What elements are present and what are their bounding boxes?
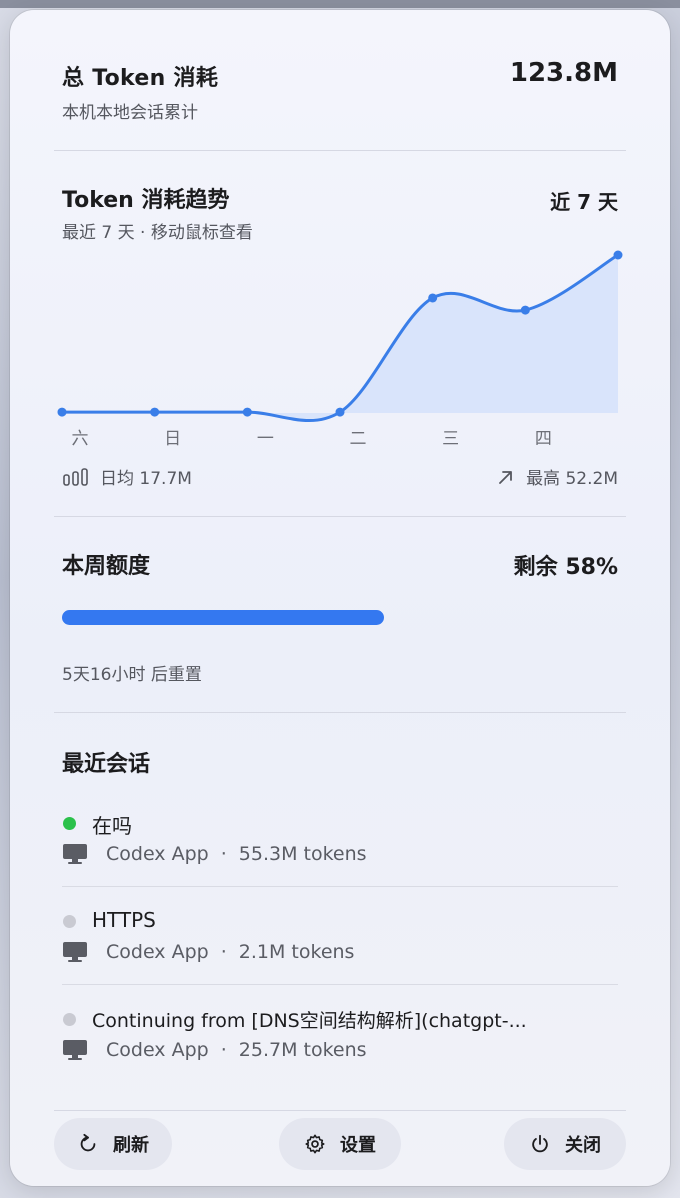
close-label: 关闭 bbox=[565, 1135, 601, 1156]
divider bbox=[62, 984, 618, 985]
daily-average-label: 日均 17.7M bbox=[100, 469, 192, 489]
trend-point[interactable] bbox=[613, 250, 623, 260]
refresh-label: 刷新 bbox=[113, 1135, 149, 1156]
trend-area-fill bbox=[62, 255, 618, 421]
session-tokens: 55.3M tokens bbox=[238, 843, 367, 865]
desktop-background bbox=[0, 0, 680, 8]
monitor-icon bbox=[63, 942, 87, 962]
monitor-icon bbox=[63, 844, 87, 864]
session-meta: Codex App · 55.3M tokens bbox=[62, 843, 367, 865]
trend-point[interactable] bbox=[57, 407, 67, 417]
divider bbox=[62, 886, 618, 887]
status-dot bbox=[63, 915, 76, 928]
monitor-icon bbox=[63, 1040, 87, 1060]
x-tick-label: 日 bbox=[164, 429, 182, 449]
session-tokens: 25.7M tokens bbox=[238, 1039, 367, 1061]
session-source: Codex App bbox=[106, 843, 209, 865]
bar-chart-icon bbox=[63, 467, 88, 486]
quota-remaining: 剩余 58% bbox=[513, 555, 618, 580]
session-meta: Codex App · 25.7M tokens bbox=[62, 1039, 367, 1061]
max-label: 最高 52.2M bbox=[526, 469, 618, 489]
session-item[interactable]: 在吗 Codex App · 55.3M tokens bbox=[10, 800, 670, 890]
meta-separator: · bbox=[220, 941, 227, 963]
x-tick-label: 一 bbox=[256, 429, 274, 449]
session-title: HTTPS bbox=[92, 908, 156, 932]
trend-chart[interactable] bbox=[10, 10, 670, 450]
session-source: Codex App bbox=[106, 941, 209, 963]
x-tick-label: 三 bbox=[442, 429, 460, 449]
max-stat: 最高 52.2M bbox=[496, 464, 618, 489]
token-usage-panel: 总 Token 消耗 本机本地会话累计 123.8M Token 消耗趋势 最近… bbox=[10, 10, 670, 1186]
session-title: Continuing from [DNS空间结构解析](chatgpt-... bbox=[92, 1010, 527, 1032]
close-button[interactable]: 关闭 bbox=[504, 1118, 626, 1170]
trend-point[interactable] bbox=[428, 293, 438, 303]
meta-separator: · bbox=[220, 843, 227, 865]
quota-title: 本周额度 bbox=[62, 554, 151, 579]
quota-progress-bar bbox=[62, 610, 618, 625]
daily-average-stat: 日均 17.7M bbox=[62, 464, 192, 489]
gear-icon bbox=[305, 1134, 325, 1154]
refresh-button[interactable]: 刷新 bbox=[54, 1118, 172, 1170]
settings-button[interactable]: 设置 bbox=[279, 1118, 401, 1170]
trend-point[interactable] bbox=[335, 407, 345, 417]
meta-separator: · bbox=[220, 1039, 227, 1061]
arrow-up-right-icon bbox=[499, 470, 512, 484]
session-meta: Codex App · 2.1M tokens bbox=[62, 941, 354, 963]
trend-point[interactable] bbox=[150, 407, 160, 417]
x-tick-label: 六 bbox=[71, 429, 89, 449]
session-title: 在吗 bbox=[92, 814, 132, 838]
trend-point[interactable] bbox=[520, 305, 530, 315]
status-dot bbox=[63, 1013, 76, 1026]
session-source: Codex App bbox=[106, 1039, 209, 1061]
divider bbox=[54, 712, 626, 713]
status-dot bbox=[63, 817, 76, 830]
session-item[interactable]: Continuing from [DNS空间结构解析](chatgpt-... … bbox=[10, 996, 670, 1086]
divider bbox=[54, 1110, 626, 1111]
quota-reset-text: 5天16小时 后重置 bbox=[62, 665, 202, 685]
trend-point[interactable] bbox=[242, 407, 252, 417]
session-tokens: 2.1M tokens bbox=[238, 941, 355, 963]
session-item[interactable]: HTTPS Codex App · 2.1M tokens bbox=[10, 898, 670, 988]
refresh-icon bbox=[80, 1133, 96, 1152]
quota-progress-fill bbox=[62, 610, 385, 625]
power-icon bbox=[532, 1134, 548, 1153]
x-tick-label: 二 bbox=[349, 429, 367, 449]
x-tick-label: 四 bbox=[534, 429, 552, 449]
sessions-title: 最近会话 bbox=[62, 752, 151, 777]
settings-label: 设置 bbox=[340, 1135, 376, 1156]
divider bbox=[54, 516, 626, 517]
